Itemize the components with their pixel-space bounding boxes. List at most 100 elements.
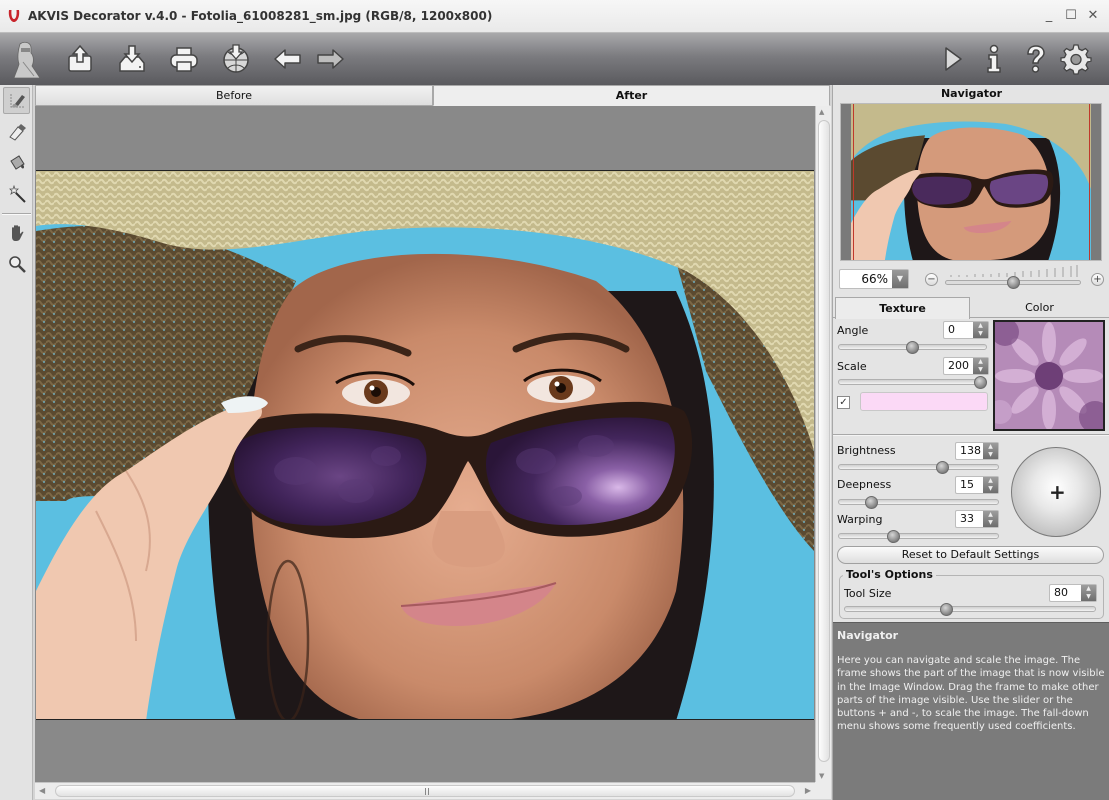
settings-button[interactable] bbox=[1058, 41, 1094, 77]
warping-slider-knob[interactable] bbox=[886, 530, 900, 543]
save-button[interactable] bbox=[114, 41, 150, 77]
bucket-tool[interactable] bbox=[3, 149, 30, 176]
info-button[interactable] bbox=[976, 41, 1012, 77]
scale-input[interactable]: 200 ▲ ▼ bbox=[943, 357, 989, 375]
photo-after bbox=[36, 171, 814, 719]
close-button[interactable]: ✕ bbox=[1085, 7, 1101, 23]
angle-spinner[interactable]: ▲ ▼ bbox=[973, 322, 988, 338]
tool-separator bbox=[2, 213, 31, 215]
eraser-tool[interactable] bbox=[3, 118, 30, 145]
hand-tool[interactable] bbox=[3, 219, 30, 246]
angle-label: Angle bbox=[837, 324, 869, 337]
image-canvas[interactable] bbox=[35, 106, 815, 782]
scroll-right-icon[interactable]: ▶ bbox=[805, 786, 811, 795]
angle-slider-knob[interactable] bbox=[906, 341, 919, 354]
brightness-spinner[interactable]: ▲ ▼ bbox=[983, 443, 998, 459]
magic-wand-icon bbox=[8, 184, 26, 203]
light-source-crosshair-icon[interactable]: + bbox=[1049, 480, 1066, 504]
help-panel: Navigator Here you can navigate and scal… bbox=[833, 622, 1109, 800]
maximize-button[interactable]: ☐ bbox=[1063, 7, 1079, 23]
navigator-title: Navigator bbox=[940, 87, 1003, 100]
zoom-tool[interactable] bbox=[3, 250, 30, 277]
scroll-left-icon[interactable]: ◀ bbox=[39, 786, 45, 795]
print-button[interactable] bbox=[166, 41, 202, 77]
vertical-scrollbar[interactable]: ▲ ▼ bbox=[815, 106, 831, 782]
zoom-out-button[interactable]: − bbox=[925, 273, 938, 286]
deepness-slider-knob[interactable] bbox=[864, 496, 878, 509]
zoom-in-button[interactable]: + bbox=[1091, 273, 1104, 286]
arrow-left-icon bbox=[274, 49, 301, 69]
deepness-value: 15 bbox=[960, 478, 974, 491]
zoom-controls: 66% ▼ − + bbox=[839, 265, 1105, 291]
tool-size-slider-knob[interactable] bbox=[939, 603, 953, 616]
knight-icon bbox=[13, 41, 41, 79]
magic-wand-tool[interactable] bbox=[3, 180, 30, 207]
texture-preview[interactable] bbox=[993, 320, 1105, 431]
question-icon bbox=[1027, 45, 1045, 73]
color-checkbox[interactable]: ✓ bbox=[837, 396, 850, 409]
vertical-scroll-thumb[interactable] bbox=[818, 120, 830, 762]
angle-input[interactable]: 0 ▲ ▼ bbox=[943, 321, 989, 339]
warping-spinner[interactable]: ▲ ▼ bbox=[983, 511, 998, 527]
selection-brush-tool[interactable] bbox=[3, 87, 30, 114]
tool-strip bbox=[0, 85, 33, 800]
deepness-spinner[interactable]: ▲ ▼ bbox=[983, 477, 998, 493]
settings-panel: Navigator 66% ▼ − + Texture Color Angle … bbox=[832, 85, 1109, 800]
brightness-slider[interactable] bbox=[838, 464, 999, 470]
hand-icon bbox=[11, 224, 23, 241]
play-icon bbox=[945, 47, 962, 71]
tool-size-slider[interactable] bbox=[844, 606, 1096, 612]
tab-texture[interactable]: Texture bbox=[835, 297, 970, 319]
zoom-slider-knob[interactable] bbox=[1006, 276, 1020, 289]
open-button[interactable] bbox=[62, 41, 98, 77]
warping-value: 33 bbox=[960, 512, 974, 525]
warping-label: Warping bbox=[837, 513, 883, 526]
brightness-input[interactable]: 138 ▲ ▼ bbox=[955, 442, 999, 460]
warping-slider[interactable] bbox=[838, 533, 999, 539]
main-toolbar bbox=[0, 33, 1109, 85]
gear-icon bbox=[1060, 44, 1092, 75]
scale-spinner[interactable]: ▲ ▼ bbox=[973, 358, 988, 374]
scroll-down-icon[interactable]: ▼ bbox=[819, 772, 824, 780]
help-text: Here you can navigate and scale the imag… bbox=[837, 655, 1105, 733]
minimize-button[interactable]: _ bbox=[1041, 7, 1057, 23]
undo-button[interactable] bbox=[270, 41, 306, 77]
angle-value: 0 bbox=[948, 323, 955, 336]
akvis-logo-button[interactable] bbox=[6, 37, 46, 83]
download-icon bbox=[119, 45, 145, 72]
scale-slider-knob[interactable] bbox=[974, 376, 987, 389]
brightness-label: Brightness bbox=[837, 444, 896, 457]
title-bar: AKVIS Decorator v.4.0 - Fotolia_61008281… bbox=[0, 0, 1109, 33]
tool-size-spinner[interactable]: ▲ ▼ bbox=[1081, 585, 1096, 601]
publish-button[interactable] bbox=[218, 41, 254, 77]
deepness-input[interactable]: 15 ▲ ▼ bbox=[955, 476, 999, 494]
tab-before[interactable]: Before bbox=[35, 85, 433, 106]
light-direction-sphere[interactable]: + bbox=[1011, 447, 1101, 537]
navigator-visible-frame[interactable] bbox=[853, 104, 1090, 260]
chevron-down-icon[interactable]: ▼ bbox=[892, 270, 908, 288]
texture-flower-image bbox=[995, 322, 1103, 429]
tab-color[interactable]: Color bbox=[971, 297, 1108, 318]
brightness-slider-knob[interactable] bbox=[935, 461, 949, 474]
navigator-preview[interactable] bbox=[840, 103, 1102, 261]
warping-input[interactable]: 33 ▲ ▼ bbox=[955, 510, 999, 528]
reset-defaults-button[interactable]: Reset to Default Settings bbox=[837, 546, 1104, 564]
scroll-up-icon[interactable]: ▲ bbox=[819, 108, 824, 116]
horizontal-scroll-thumb[interactable] bbox=[55, 785, 795, 797]
scale-slider[interactable] bbox=[838, 379, 987, 385]
arrow-right-icon bbox=[317, 49, 344, 69]
color-swatch[interactable] bbox=[860, 392, 988, 411]
horizontal-scrollbar[interactable]: ◀ ▶ bbox=[35, 782, 815, 799]
panel-separator bbox=[833, 434, 1109, 436]
tool-size-input[interactable]: 80 ▲ ▼ bbox=[1049, 584, 1097, 602]
info-icon bbox=[987, 44, 1001, 73]
redo-button[interactable] bbox=[312, 41, 348, 77]
akvis-app-icon bbox=[8, 10, 20, 22]
tab-after[interactable]: After bbox=[433, 85, 830, 106]
help-button[interactable] bbox=[1018, 41, 1054, 77]
deepness-slider[interactable] bbox=[838, 499, 999, 505]
zoom-select[interactable]: 66% ▼ bbox=[839, 269, 909, 289]
run-button[interactable] bbox=[934, 41, 970, 77]
magnifier-icon bbox=[8, 255, 26, 273]
image-window[interactable] bbox=[36, 170, 814, 720]
